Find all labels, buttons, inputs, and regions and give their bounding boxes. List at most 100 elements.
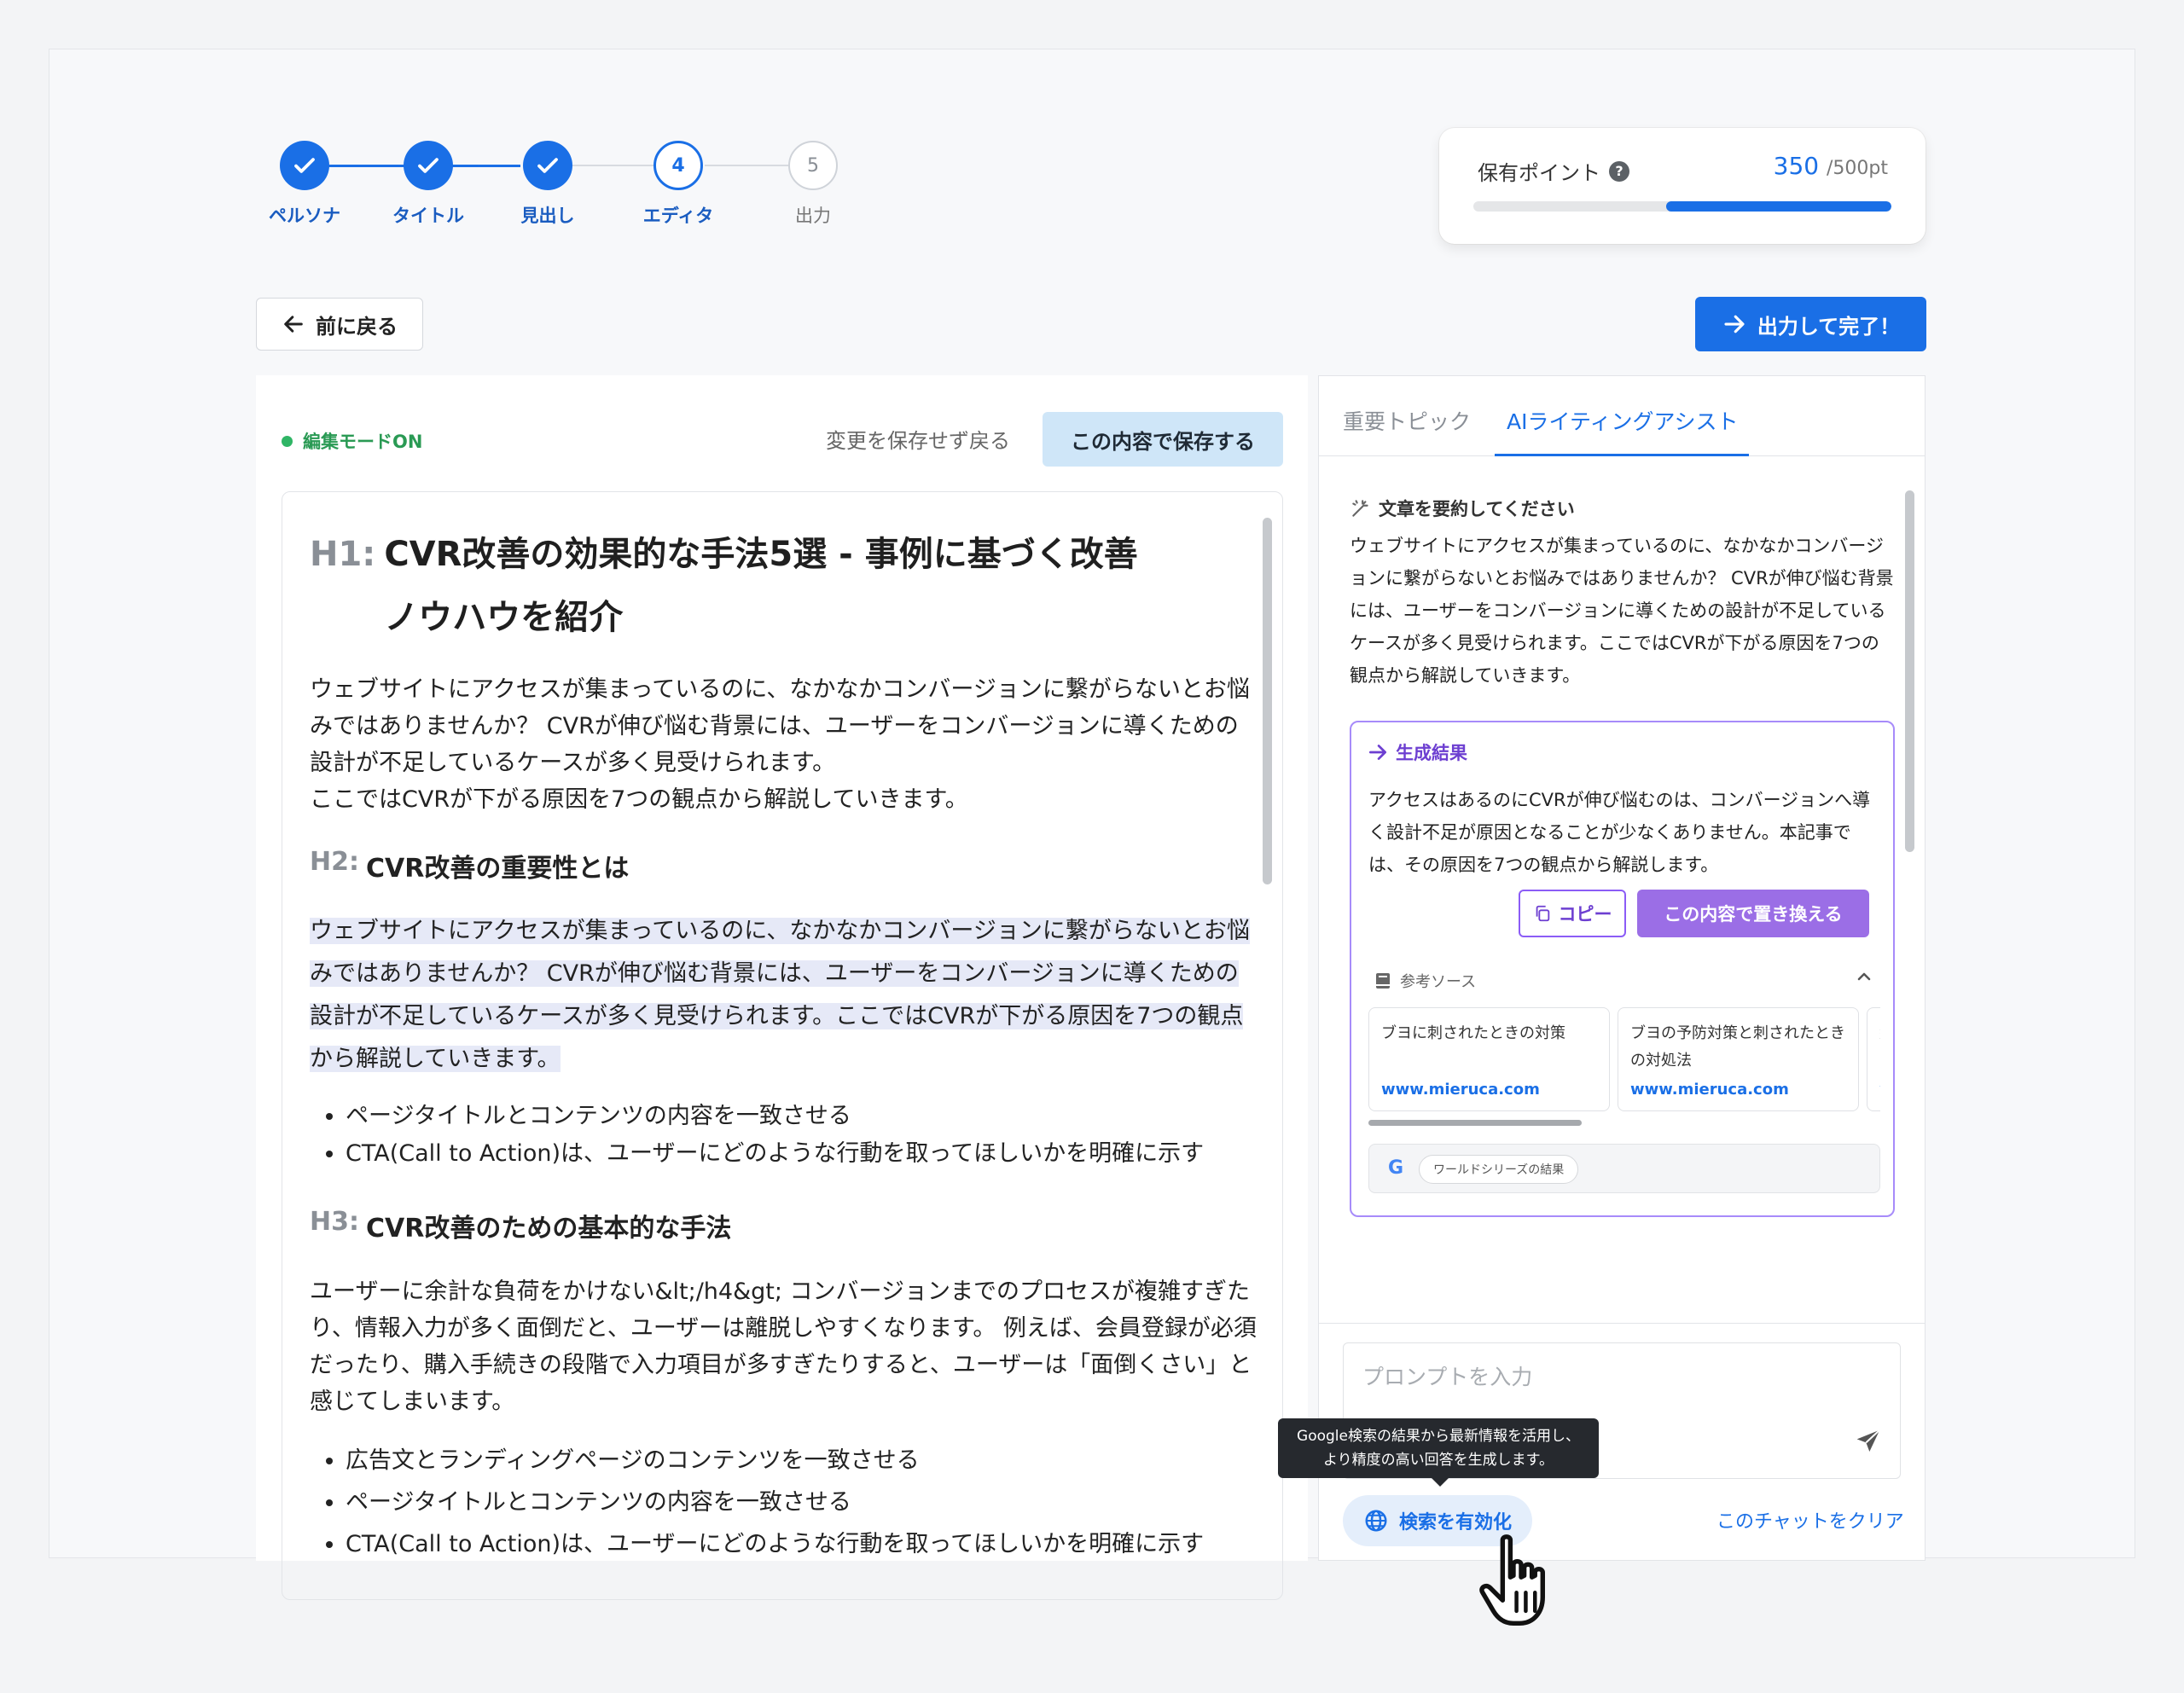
selected-text: ウェブサイトにアクセスが集まっているのに、なかなかコンバージョンに繋がらないとお… <box>310 918 1250 1072</box>
document-editor[interactable]: H1: CVR改善の効果的な手法5選 - 事例に基づく改善ノウハウを紹介 ウェブ… <box>282 491 1283 1600</box>
copy-icon <box>1536 905 1549 922</box>
h3-text[interactable]: CVR改善のための基本的な手法 <box>366 1207 731 1244</box>
heading-h2: H2: CVR改善の重要性とは <box>310 847 1255 884</box>
source-title: ブヨの予防対策と刺されたときの対処法 <box>1630 1024 1845 1070</box>
source-url[interactable]: w <box>1879 1081 1880 1099</box>
status-dot-icon <box>282 435 293 447</box>
step-editor[interactable]: 4 エディタ <box>619 141 738 228</box>
step-persona[interactable]: ペルソナ <box>245 141 364 228</box>
prompt-placeholder: プロンプトを入力 <box>1362 1365 1533 1389</box>
source-cards: ブヨに刺されたときの対策 www.mieruca.com ブヨの予防対策と刺され… <box>1368 1007 1880 1113</box>
magic-wand-icon <box>1352 500 1368 517</box>
intro-text-2: ここではCVRが下がる原因を7つの観点から解説していきます。 <box>310 786 968 813</box>
step-label: タイトル <box>392 206 464 226</box>
h1-tag: H1: <box>310 535 376 574</box>
chevron-up-icon[interactable] <box>1854 966 1874 992</box>
result-text: アクセスはあるのにCVRが伸び悩むのは、コンバージョンへ導く設計不足が原因となる… <box>1368 790 1871 875</box>
bullet-list: 広告文とランディングページのコンテンツを一致させる ページタイトルとコンテンツの… <box>310 1442 1255 1563</box>
heading-h1: H1: CVR改善の効果的な手法5選 - 事例に基づく改善ノウハウを紹介 <box>310 523 1255 649</box>
check-icon <box>280 141 329 190</box>
points-title: 保有ポイント ? <box>1478 156 1629 186</box>
panel-scrollbar[interactable] <box>1905 490 1914 852</box>
h2-text[interactable]: CVR改善の重要性とは <box>366 847 629 884</box>
hand-pointer-icon <box>1479 1534 1545 1626</box>
arrow-left-icon <box>284 316 303 333</box>
intro-paragraph[interactable]: ウェブサイトにアクセスが集まっているのに、なかなかコンバージョンに繋がらないとお… <box>310 671 1257 818</box>
tooltip-line: より精度の高い回答を生成します。 <box>1323 1452 1554 1469</box>
panel-tabs: 重要トピック AIライティングアシスト <box>1319 376 1925 456</box>
intro-text: ウェブサイトにアクセスが集まっているのに、なかなかコンバージョンに繋がらないとお… <box>310 676 1250 776</box>
globe-icon <box>1365 1510 1387 1532</box>
step-label: エディタ <box>642 206 714 226</box>
sources-label: 参考ソース <box>1400 973 1477 991</box>
selected-paragraph[interactable]: ウェブサイトにアクセスが集まっているのに、なかなかコンバージョンに繋がらないとお… <box>310 910 1257 1081</box>
source-title: 紀 <box>1879 1020 1880 1047</box>
sources-scrollbar[interactable] <box>1368 1120 1582 1126</box>
discard-changes-button[interactable]: 変更を保存せず戻る <box>826 424 1010 454</box>
step-output[interactable]: 5 出力 <box>753 141 873 228</box>
points-current: 350 <box>1773 152 1820 180</box>
copy-button[interactable]: コピー <box>1519 890 1626 937</box>
source-card[interactable]: 紀 w <box>1867 1007 1880 1111</box>
send-icon[interactable] <box>1855 1428 1882 1462</box>
request-title: 文章を要約してください <box>1379 499 1575 519</box>
step-label: 出力 <box>795 206 831 226</box>
result-header: 生成結果 <box>1367 739 1467 765</box>
check-icon <box>404 141 453 190</box>
source-card[interactable]: ブヨに刺されたときの対策 www.mieruca.com <box>1368 1007 1610 1111</box>
list-item[interactable]: CTA(Call to Action)は、ユーザーにどのような行動を取ってほしい… <box>346 1526 1255 1563</box>
list-item[interactable]: ページタイトルとコンテンツの内容を一致させる <box>346 1484 1255 1522</box>
clear-chat-link[interactable]: このチャットをクリア <box>1716 1506 1904 1534</box>
result-title: 生成結果 <box>1396 743 1467 763</box>
edit-mode-label: 編集モードON <box>303 432 423 452</box>
copy-label: コピー <box>1558 904 1612 925</box>
sources-header: 参考ソース <box>1373 970 1476 992</box>
h3-tag: H3: <box>310 1207 359 1237</box>
google-icon: G <box>1388 1157 1404 1179</box>
source-url[interactable]: www.mieruca.com <box>1630 1081 1789 1099</box>
back-button[interactable]: 前に戻る <box>256 298 423 351</box>
list-item[interactable]: ページタイトルとコンテンツの内容を一致させる <box>346 1098 1255 1135</box>
step-title[interactable]: タイトル <box>369 141 488 228</box>
points-value: 350 /500pt <box>1774 152 1888 180</box>
points-progress-fill <box>1665 201 1891 212</box>
save-button[interactable]: この内容で保存する <box>1043 412 1283 467</box>
arrow-right-icon <box>1368 745 1387 760</box>
replace-button[interactable]: この内容で置き換える <box>1637 890 1869 937</box>
finish-button[interactable]: 出力して完了！ <box>1695 297 1926 351</box>
search-query-chip[interactable]: ワールドシリーズの結果 <box>1419 1155 1579 1184</box>
list-item[interactable]: 広告文とランディングページのコンテンツを一致させる <box>346 1442 1255 1480</box>
help-icon[interactable]: ? <box>1609 160 1629 182</box>
bullet-list: ページタイトルとコンテンツの内容を一致させる CTA(Call to Actio… <box>310 1098 1255 1173</box>
request-text: ウェブサイトにアクセスが集まっているのに、なかなかコンバージョンに繋がらないとお… <box>1350 536 1894 686</box>
source-title: ブヨに刺されたときの対策 <box>1381 1024 1565 1042</box>
ai-assist-panel: 重要トピック AIライティングアシスト 文章を要約してください ウェブサイトにア… <box>1318 375 1926 1561</box>
progress-stepper: ペルソナ タイトル 見出し 4 エディタ 5 出力 <box>256 141 853 235</box>
step-number: 4 <box>653 141 703 190</box>
step-headings[interactable]: 見出し <box>488 141 607 228</box>
step-label: 見出し <box>520 206 575 226</box>
list-item[interactable]: CTA(Call to Action)は、ユーザーにどのような行動を取ってほしい… <box>346 1135 1255 1173</box>
points-card: 保有ポイント ? 350 /500pt <box>1439 128 1926 244</box>
step-number: 5 <box>788 141 838 190</box>
source-card[interactable]: ブヨの予防対策と刺されたときの対処法 www.mieruca.com <box>1618 1007 1859 1111</box>
search-tooltip: Google検索の結果から最新情報を活用し、 より精度の高い回答を生成します。 <box>1278 1418 1599 1487</box>
h2-tag: H2: <box>310 847 359 877</box>
heading-h3: H3: CVR改善のための基本的な手法 <box>310 1207 1255 1244</box>
tooltip-line: Google検索の結果から最新情報を活用し、 <box>1297 1428 1580 1445</box>
step-label: ペルソナ <box>269 206 340 226</box>
source-url[interactable]: www.mieruca.com <box>1381 1081 1540 1099</box>
h1-text[interactable]: CVR改善の効果的な手法5選 - 事例に基づく改善ノウハウを紹介 <box>384 523 1152 649</box>
user-request: 文章を要約してください <box>1350 496 1575 521</box>
active-tab-indicator <box>1495 454 1749 456</box>
tab-ai-writing-assist[interactable]: AIライティングアシスト <box>1507 405 1738 436</box>
back-button-label: 前に戻る <box>316 314 398 339</box>
google-search-bar[interactable]: G ワールドシリーズの結果 <box>1368 1144 1880 1193</box>
book-icon <box>1376 973 1390 989</box>
generated-result-card: 生成結果 アクセスはあるのにCVRが伸び悩むのは、コンバージョンへ導く設計不足が… <box>1350 721 1895 1217</box>
points-max: /500pt <box>1827 158 1888 179</box>
tab-key-topics[interactable]: 重要トピック <box>1343 405 1471 436</box>
body-paragraph[interactable]: ユーザーに余計な負荷をかけない&lt;/h4&gt; コンバージョンまでのプロセ… <box>310 1273 1257 1420</box>
editor-scrollbar[interactable] <box>1263 518 1272 884</box>
arrow-right-icon <box>1724 315 1745 333</box>
